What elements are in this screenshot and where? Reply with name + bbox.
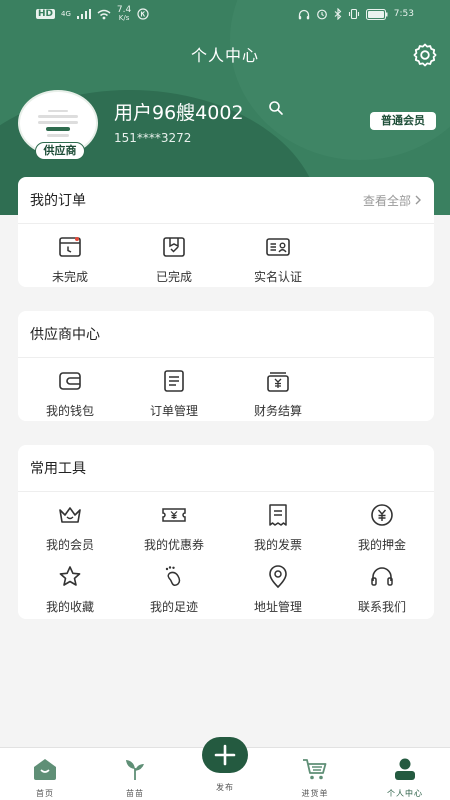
publish-button[interactable]: [202, 737, 248, 773]
settings-gear-icon[interactable]: [412, 42, 438, 68]
orders-card: 我的订单 查看全部 未完成 已完成 实名认证: [18, 177, 434, 287]
cart-icon: [303, 759, 327, 780]
tools-item-label: 我的会员: [45, 538, 94, 552]
crown-icon: [59, 507, 81, 523]
tools-card: 常用工具 我的会员 我的优惠券 我的发票 我的押金 我的收藏 我的足迹 地址管理…: [18, 445, 434, 619]
supplier-item-label: 财务结算: [253, 404, 302, 418]
completed-order-icon: [163, 237, 185, 257]
alarm-icon: [316, 9, 327, 20]
phone-number: 151****3272: [114, 131, 192, 145]
tab-home[interactable]: 首页: [0, 748, 90, 800]
invoice-icon: [269, 504, 287, 526]
tools-item-label: 我的足迹: [149, 600, 198, 614]
finance-icon: [267, 372, 289, 392]
orders-item-label: 实名认证: [253, 270, 302, 284]
tools-item-favorites[interactable]: 我的收藏: [18, 562, 122, 624]
tools-item-invoices[interactable]: 我的发票: [226, 500, 330, 562]
member-badge[interactable]: 普通会员: [370, 112, 436, 130]
status-bar: HD 4G 7.4 K/s 7:53: [0, 0, 450, 28]
tools-item-coupons[interactable]: 我的优惠券: [122, 500, 226, 562]
chevron-right-icon: [415, 195, 421, 205]
tools-item-contact[interactable]: 联系我们: [330, 562, 434, 624]
speed-value: 7.4: [116, 5, 132, 15]
wallet-icon: [59, 372, 81, 390]
tools-item-label: 联系我们: [357, 600, 406, 614]
page-title: 个人中心: [190, 46, 259, 65]
tools-card-header: 常用工具: [18, 445, 434, 492]
tab-home-label: 首页: [36, 789, 54, 798]
tools-item-footprints[interactable]: 我的足迹: [122, 562, 226, 624]
deposit-icon: [371, 504, 393, 526]
username: 用户96艘4002: [114, 102, 244, 124]
tools-item-label: 我的发票: [253, 538, 302, 552]
orders-grid: 未完成 已完成 实名认证: [18, 224, 434, 294]
tab-seedling-label: 苗苗: [126, 789, 144, 798]
tab-profile-label: 个人中心: [387, 789, 423, 798]
orders-item-label: 已完成: [155, 270, 192, 284]
tab-cart-label: 进货单: [301, 789, 329, 798]
orders-item-pending[interactable]: 未完成: [18, 232, 122, 294]
network-label: HD: [36, 9, 56, 19]
tools-item-deposit[interactable]: 我的押金: [330, 500, 434, 562]
battery-icon: [365, 8, 388, 20]
location-icon: [269, 565, 287, 589]
tools-grid: 我的会员 我的优惠券 我的发票 我的押金 我的收藏 我的足迹 地址管理 联系我们: [18, 492, 434, 624]
tab-profile[interactable]: 个人中心: [360, 748, 450, 800]
orders-item-completed[interactable]: 已完成: [122, 232, 226, 294]
supplier-tag: 供应商: [35, 142, 85, 160]
star-icon: [59, 566, 81, 586]
speed-unit: K/s: [118, 14, 130, 22]
tools-item-membership[interactable]: 我的会员: [18, 500, 122, 562]
headset-icon: [371, 567, 393, 586]
vibrate-icon: [348, 8, 359, 20]
tab-seedling[interactable]: 苗苗: [90, 748, 180, 800]
clock: 7:53: [393, 9, 414, 19]
home-icon: [34, 759, 56, 780]
tools-item-label: 我的优惠券: [143, 538, 204, 552]
id-card-icon: [266, 238, 290, 256]
tab-cart[interactable]: 进货单: [270, 748, 360, 800]
signal-label: 4G: [61, 10, 71, 18]
profile-icon: [395, 758, 415, 780]
supplier-item-label: 订单管理: [149, 404, 198, 418]
supplier-item-orders[interactable]: 订单管理: [122, 366, 226, 428]
tools-title: 常用工具: [30, 461, 86, 477]
supplier-item-label: 我的钱包: [45, 404, 94, 418]
orders-card-header: 我的订单 查看全部: [18, 177, 434, 224]
publish-label: 发布: [216, 783, 234, 792]
k-icon: [137, 8, 149, 20]
order-list-icon: [164, 370, 184, 392]
plus-icon: [214, 744, 236, 766]
bluetooth-icon: [334, 8, 342, 20]
search-icon[interactable]: [268, 100, 284, 116]
supplier-grid: 我的钱包 订单管理 财务结算: [18, 358, 434, 428]
view-all-label: 查看全部: [362, 193, 411, 208]
supplier-card: 供应商中心 我的钱包 订单管理 财务结算: [18, 311, 434, 421]
supplier-item-wallet[interactable]: 我的钱包: [18, 366, 122, 428]
orders-title: 我的订单: [30, 193, 86, 209]
footprint-icon: [165, 566, 181, 587]
headphone-status-icon: [298, 9, 309, 19]
view-all-orders-link[interactable]: 查看全部: [363, 192, 422, 209]
tools-item-label: 地址管理: [253, 600, 302, 614]
wifi-icon: [97, 9, 111, 19]
tools-item-address[interactable]: 地址管理: [226, 562, 330, 624]
tools-item-label: 我的收藏: [45, 600, 94, 614]
orders-item-label: 未完成: [51, 270, 88, 284]
supplier-item-finance[interactable]: 财务结算: [226, 366, 330, 428]
pending-order-icon: [59, 237, 81, 257]
signal-icon: [76, 9, 91, 19]
coupon-icon: [162, 508, 186, 522]
seedling-icon: [126, 760, 144, 780]
supplier-title: 供应商中心: [30, 327, 100, 343]
supplier-card-header: 供应商中心: [18, 311, 434, 358]
orders-item-real-name[interactable]: 实名认证: [226, 232, 330, 294]
tools-item-label: 我的押金: [357, 538, 406, 552]
